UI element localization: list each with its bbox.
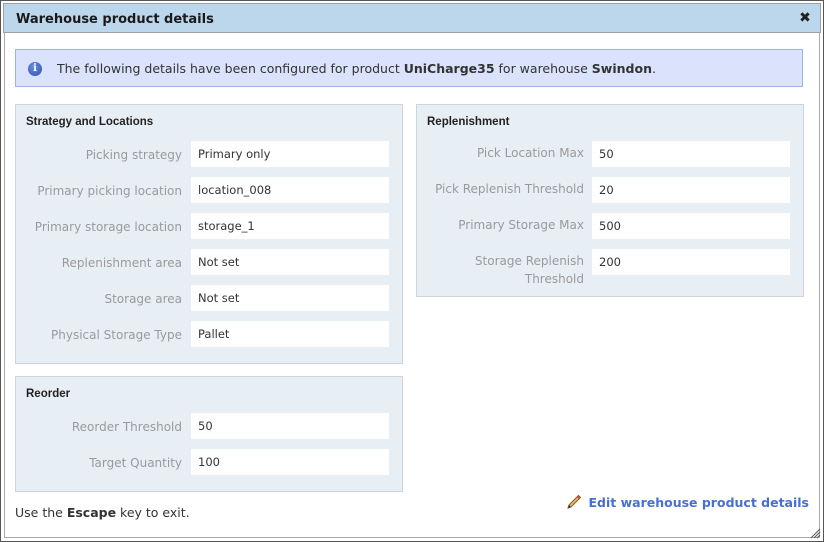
edit-link-label: Edit warehouse product details [588, 494, 809, 510]
field-row: Target Quantity 100 [16, 449, 402, 475]
replenishment-panel: Replenishment Pick Location Max 50 Pick … [416, 104, 804, 297]
product-name: UniCharge35 [403, 61, 495, 76]
resize-grip-icon[interactable] [809, 527, 821, 539]
physical-storage-type-value: Pallet [191, 321, 389, 347]
field-label: Primary storage location [34, 220, 182, 234]
close-icon[interactable]: ✖ [798, 11, 812, 25]
panel-title: Replenishment [427, 116, 510, 128]
panel-title: Reorder [26, 388, 71, 400]
dialog-title: Warehouse product details [16, 12, 214, 27]
pick-replenish-threshold-value: 20 [592, 177, 790, 203]
field-row: Reorder Threshold 50 [16, 413, 402, 439]
info-text: The following details have been configur… [57, 61, 656, 76]
warehouse-product-dialog: Warehouse product details ✖ i The follow… [0, 0, 824, 542]
field-row: Physical Storage Type Pallet [16, 321, 402, 347]
field-label: Storage Replenish Threshold [474, 254, 584, 286]
info-prefix: The following details have been configur… [57, 61, 404, 76]
hint-key: Escape [66, 505, 117, 520]
replenishment-area-value: Not set [191, 249, 389, 275]
field-row: Storage Replenish Threshold 200 [417, 249, 803, 289]
dialog-titlebar[interactable]: Warehouse product details ✖ [3, 3, 821, 33]
edit-warehouse-product-link[interactable]: Edit warehouse product details [566, 494, 809, 510]
info-message: i The following details have been config… [15, 49, 803, 87]
warehouse-name: Swindon [591, 61, 652, 76]
field-row: Pick Location Max 50 [417, 141, 803, 167]
hint-suffix: key to exit. [116, 505, 190, 520]
target-quantity-value: 100 [191, 449, 389, 475]
field-label: Picking strategy [85, 148, 182, 162]
primary-picking-location-value: location_008 [191, 177, 389, 203]
field-label: Pick Replenish Threshold [435, 182, 584, 196]
primary-storage-location-value: storage_1 [191, 213, 389, 239]
field-label: Target Quantity [89, 456, 182, 470]
reorder-threshold-value: 50 [191, 413, 389, 439]
field-row: Replenishment area Not set [16, 249, 402, 275]
info-middle: for warehouse [494, 61, 592, 76]
info-icon: i [28, 62, 42, 76]
reorder-panel: Reorder Reorder Threshold 50 Target Quan… [15, 376, 403, 492]
strategy-locations-panel: Strategy and Locations Picking strategy … [15, 104, 403, 364]
field-label: Replenishment area [61, 256, 182, 270]
storage-replenish-threshold-value: 200 [592, 249, 790, 275]
field-label: Storage area [104, 292, 182, 306]
info-suffix: . [651, 61, 656, 76]
panel-title: Strategy and Locations [26, 116, 154, 128]
storage-area-value: Not set [191, 285, 389, 311]
field-row: Primary Storage Max 500 [417, 213, 803, 239]
pencil-icon [567, 494, 582, 509]
field-row: Pick Replenish Threshold 20 [417, 177, 803, 203]
field-label: Physical Storage Type [51, 328, 182, 342]
primary-storage-max-value: 500 [592, 213, 790, 239]
pick-location-max-value: 50 [592, 141, 790, 167]
field-label: Reorder Threshold [71, 420, 182, 434]
field-label: Primary picking location [37, 184, 182, 198]
field-row: Primary picking location location_008 [16, 177, 402, 203]
field-row: Storage area Not set [16, 285, 402, 311]
hint-prefix: Use the [15, 505, 67, 520]
picking-strategy-value: Primary only [191, 141, 389, 167]
field-row: Primary storage location storage_1 [16, 213, 402, 239]
field-label: Pick Location Max [476, 146, 584, 160]
field-label: Primary Storage Max [458, 218, 584, 232]
escape-hint: Use the Escape key to exit. [15, 505, 190, 520]
field-row: Picking strategy Primary only [16, 141, 402, 167]
